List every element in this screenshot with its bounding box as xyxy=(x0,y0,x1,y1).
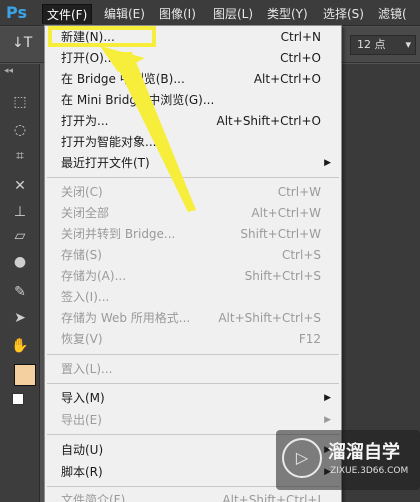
menu-item-save-as[interactable]: 存储为(A)... Shift+Ctrl+S xyxy=(45,266,341,287)
font-size-value: 12 点 xyxy=(357,38,386,51)
watermark-title: 溜溜自学 xyxy=(328,442,400,463)
menu-bar: Ps 文件(F) 编辑(E) 图像(I) 图层(L) 类型(Y) 选择(S) 滤… xyxy=(0,0,420,26)
menu-item-save-for-web[interactable]: 存储为 Web 所用格式... Alt+Shift+Ctrl+S xyxy=(45,308,341,329)
menu-item-save[interactable]: 存储(S) Ctrl+S xyxy=(45,245,341,266)
menu-edit[interactable]: 编辑(E) xyxy=(100,4,149,24)
menu-file[interactable]: 文件(F) xyxy=(42,4,93,24)
type-tool-icon[interactable]: ↓T xyxy=(12,35,32,51)
menu-item-file-info[interactable]: 文件简介(F)... Alt+Shift+Ctrl+I xyxy=(45,490,341,502)
submenu-arrow-icon: ▶ xyxy=(324,415,331,425)
menu-filter[interactable]: 滤镜( xyxy=(374,4,411,24)
path-select-tool-icon[interactable]: ➤ xyxy=(9,308,31,328)
menu-layer[interactable]: 图层(L) xyxy=(209,4,257,24)
menu-item-open-as[interactable]: 打开为... Alt+Shift+Ctrl+O xyxy=(45,111,341,132)
menu-item-place[interactable]: 置入(L)... xyxy=(45,359,341,380)
stamp-tool-icon[interactable]: ⊥ xyxy=(9,202,31,222)
menu-item-new[interactable]: 新建(N)... Ctrl+N xyxy=(45,27,341,48)
menu-item-import[interactable]: 导入(M) ▶ xyxy=(45,388,341,409)
menu-item-close-to-bridge[interactable]: 关闭并转到 Bridge... Shift+Ctrl+W xyxy=(45,224,341,245)
crop-tool-icon[interactable]: ⌗ xyxy=(9,146,31,166)
menu-item-recent-files[interactable]: 最近打开文件(T) ▶ xyxy=(45,153,341,174)
play-logo-icon: ▷ xyxy=(282,438,322,478)
chevron-down-icon: ▾ xyxy=(405,38,411,51)
font-size-select[interactable]: 12 点 ▾ xyxy=(350,35,416,55)
submenu-arrow-icon: ▶ xyxy=(324,393,331,403)
foreground-color-swatch[interactable] xyxy=(14,364,36,386)
marquee-tool-icon[interactable]: ⬚ xyxy=(9,92,31,112)
menu-divider xyxy=(47,383,339,384)
menu-type[interactable]: 类型(Y) xyxy=(263,4,312,24)
pen-tool-icon[interactable]: ✎ xyxy=(9,282,31,302)
menu-item-close[interactable]: 关闭(C) Ctrl+W xyxy=(45,182,341,203)
menu-item-open-smart-object[interactable]: 打开为智能对象... xyxy=(45,132,341,153)
menu-item-browse-mini-bridge[interactable]: 在 Mini Bridge 中浏览(G)... xyxy=(45,90,341,111)
eraser-tool-icon[interactable]: ▱ xyxy=(9,226,31,246)
collapse-arrows-icon[interactable]: ◂◂ xyxy=(4,66,13,76)
menu-item-revert[interactable]: 恢复(V) F12 xyxy=(45,329,341,350)
background-color-swatch[interactable] xyxy=(12,393,24,405)
menu-item-open[interactable]: 打开(O)... Ctrl+O xyxy=(45,48,341,69)
watermark-subtitle: ZIXUE.3D66.COM xyxy=(330,466,409,476)
menu-item-check-in[interactable]: 签入(I)... xyxy=(45,287,341,308)
blur-tool-icon[interactable]: ● xyxy=(9,252,31,272)
menu-divider xyxy=(47,354,339,355)
tools-panel: ◂◂ ⬚ ◌ ⌗ ✕ ⊥ ▱ ● ✎ ➤ ✋ xyxy=(0,64,40,502)
lasso-tool-icon[interactable]: ◌ xyxy=(9,120,31,140)
menu-select[interactable]: 选择(S) xyxy=(319,4,368,24)
hand-tool-icon[interactable]: ✋ xyxy=(9,336,31,356)
submenu-arrow-icon: ▶ xyxy=(324,158,331,168)
watermark: ▷ 溜溜自学 ZIXUE.3D66.COM xyxy=(276,430,420,490)
menu-item-browse-bridge[interactable]: 在 Bridge 中浏览(B)... Alt+Ctrl+O xyxy=(45,69,341,90)
menu-item-close-all[interactable]: 关闭全部 Alt+Ctrl+W xyxy=(45,203,341,224)
menu-divider xyxy=(47,177,339,178)
healing-tool-icon[interactable]: ✕ xyxy=(9,176,31,196)
menu-item-export[interactable]: 导出(E) ▶ xyxy=(45,410,341,431)
menu-image[interactable]: 图像(I) xyxy=(155,4,200,24)
photoshop-logo: Ps xyxy=(6,3,27,22)
